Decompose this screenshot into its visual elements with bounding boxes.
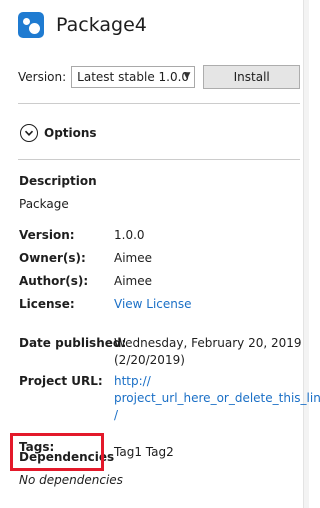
owners-value: Aimee [114,251,152,265]
project-url-label: Project URL: [19,374,103,388]
authors-label: Author(s): [19,274,89,288]
view-license-link[interactable]: View License [114,296,192,313]
scrollbar-track[interactable] [303,0,309,508]
no-dependencies-text: No dependencies [19,473,123,487]
chevron-down-icon: ▼ [183,71,191,81]
highlight-box [10,433,104,471]
project-url-line1[interactable]: http:// [114,373,320,390]
project-url-link[interactable]: http:// project_url_here_or_delete_this_… [114,373,320,424]
description-text: Package [19,197,69,211]
package-header: Package4 [18,8,147,42]
authors-value: Aimee [114,274,152,288]
tags-value: Tag1 Tag2 [114,445,174,459]
owners-label: Owner(s): [19,251,86,265]
date-published-label: Date published: [19,336,127,350]
date-published-line2: (2/20/2019) [114,353,185,367]
version-dropdown-value: Latest stable 1.0.0 [77,70,190,84]
nuget-package-icon [18,12,44,38]
divider [18,103,300,104]
chevron-down-circle-icon[interactable] [20,124,38,142]
version-field-label: Version: [19,228,75,242]
license-label: License: [19,297,75,311]
package-title: Package4 [56,14,147,36]
divider [18,159,300,160]
version-dropdown[interactable]: Latest stable 1.0.0 ▼ [71,66,196,88]
options-label: Options [44,126,97,140]
install-button[interactable]: Install [203,65,300,89]
version-field-value: 1.0.0 [114,228,145,242]
date-published-line1: Wednesday, February 20, 2019 [114,336,302,350]
project-url-line2[interactable]: project_url_here_or_delete_this_line [114,390,320,407]
version-label: Version: [18,70,67,84]
date-published-value: Wednesday, February 20, 2019 (2/20/2019) [114,335,302,369]
options-expander[interactable]: Options [20,122,97,144]
description-title: Description [19,174,97,188]
version-row: Version: Latest stable 1.0.0 ▼ Install [18,65,300,89]
project-url-line3[interactable]: / [114,407,320,424]
